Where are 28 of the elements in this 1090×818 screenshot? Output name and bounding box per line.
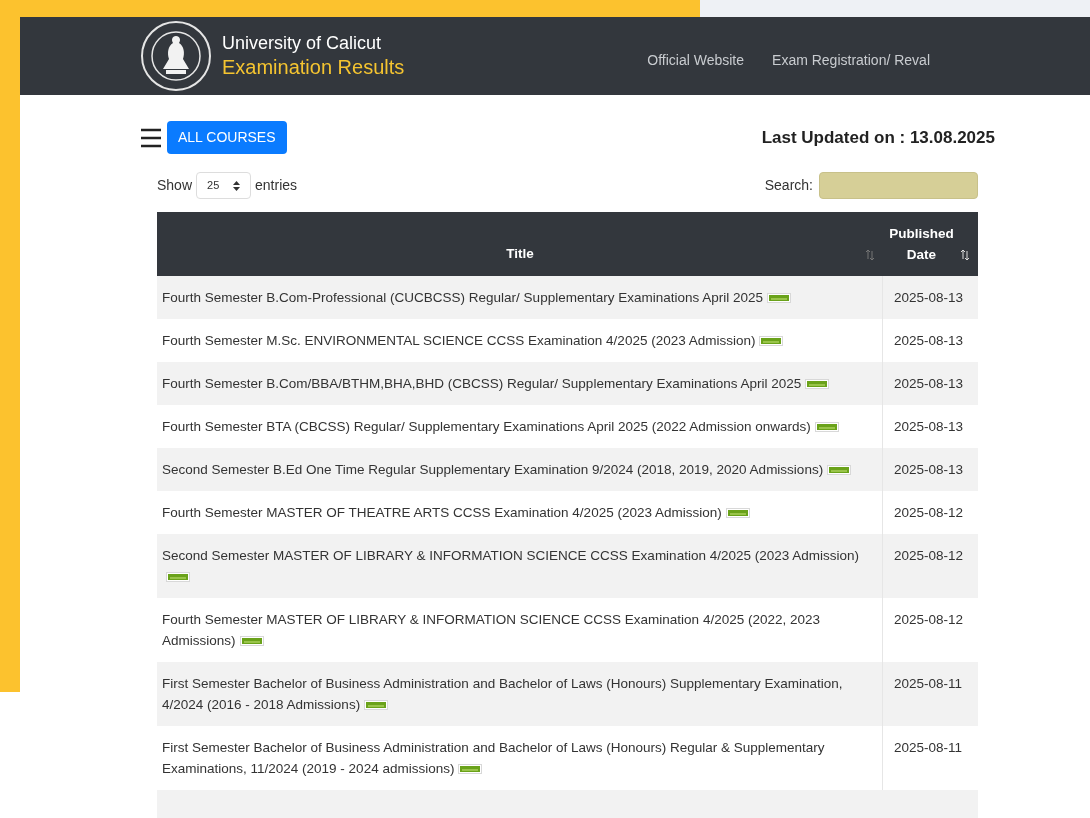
search-label: Search: (764, 176, 813, 195)
menu-icon[interactable] (140, 126, 162, 149)
date-cell-text: 2025-08-11 (893, 675, 964, 693)
sort-caret-icon (233, 180, 241, 191)
column-header[interactable]: Title (157, 212, 883, 276)
date-cell-text: 2025-08-13 (893, 418, 965, 436)
all-courses-button[interactable]: ALL COURSES (167, 121, 287, 154)
date-cell-text: 2025-08-11 (893, 739, 964, 757)
entries-label: entries (255, 176, 298, 195)
nav-link[interactable]: Exam Registration/ Reval (772, 49, 930, 71)
site-subtitle: Examination Results (222, 54, 405, 80)
date-cell-text: 2025-08-12 (893, 547, 965, 565)
university-logo-icon (140, 20, 212, 92)
date-cell-text: 2025-08-12 (893, 504, 965, 522)
entries-select[interactable]: 25 (196, 172, 252, 199)
date-cell-text: 2025-08-12 (893, 611, 965, 629)
sort-icon (865, 250, 875, 260)
date-cell-text: 2025-08-13 (893, 332, 965, 350)
date-cell-text: 2025-08-13 (893, 375, 965, 393)
last-updated-text: Last Updated on : 13.08.2025 (761, 126, 995, 149)
show-label: Show (157, 176, 193, 195)
sort-icon (960, 250, 970, 260)
date-cell-text: 2025-08-13 (893, 289, 965, 307)
university-name: University of Calicut (222, 32, 383, 55)
search-field[interactable] (819, 172, 978, 199)
column-header[interactable]: Published Date (883, 212, 978, 276)
date-cell-text: 2025-08-13 (893, 461, 965, 479)
nav-link[interactable]: Official Website (647, 49, 745, 71)
